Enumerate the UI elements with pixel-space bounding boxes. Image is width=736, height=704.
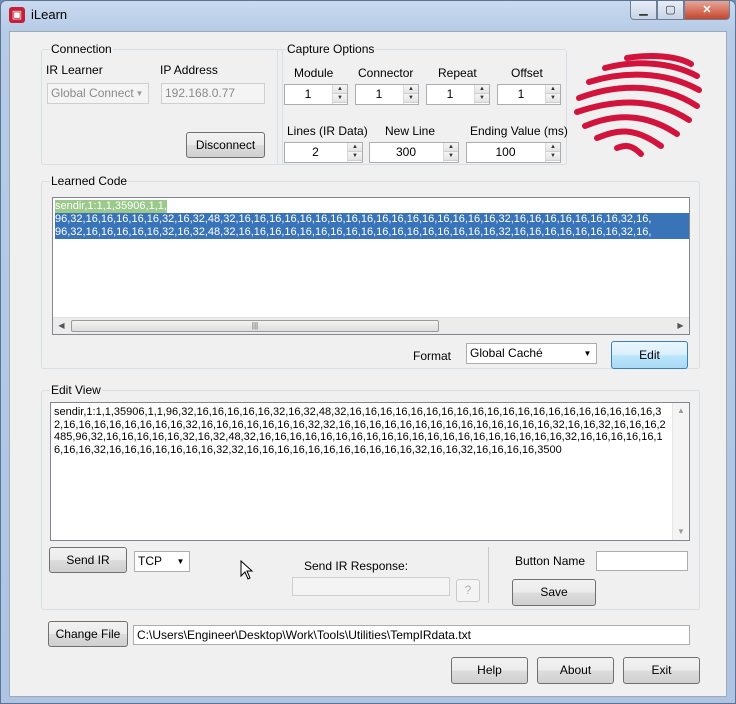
up-arrow-icon[interactable]: ▲ (348, 143, 362, 152)
up-arrow-icon[interactable]: ▲ (444, 143, 458, 152)
ir-learner-label: IR Learner (46, 63, 103, 77)
connection-group: Connection IR Learner IP Address Global … (41, 42, 283, 165)
divider (488, 547, 489, 603)
module-spinner[interactable]: 1 ▲ ▼ (284, 84, 348, 105)
file-path-field[interactable]: C:\Users\Engineer\Desktop\Work\Tools\Uti… (133, 625, 690, 645)
format-label: Format (413, 349, 452, 363)
up-arrow-icon[interactable]: ▲ (333, 85, 347, 94)
maximize-button[interactable]: ▢ (657, 1, 684, 20)
ir-learner-value: Global Connect (51, 86, 134, 100)
protocol-value: TCP (138, 554, 162, 568)
send-ir-button[interactable]: Send IR (49, 547, 127, 573)
ending-value-spinner[interactable]: 100 ▲ ▼ (466, 142, 561, 163)
send-ir-response-field (292, 577, 450, 596)
edit-view-textarea[interactable]: sendir,1:1,1,35906,1,1,96,32,16,16,16,16… (50, 402, 690, 541)
down-arrow-icon[interactable]: ▼ (333, 94, 347, 103)
up-arrow-icon[interactable]: ▲ (404, 85, 418, 94)
scroll-up-icon[interactable]: ▲ (673, 403, 689, 419)
learned-code-line: 96,32,16,16,16,16,16,32,16,32,48,32,16,1… (55, 226, 689, 239)
down-arrow-icon[interactable]: ▼ (348, 152, 362, 161)
offset-label: Offset (511, 66, 543, 80)
disconnect-button[interactable]: Disconnect (186, 132, 265, 158)
save-button[interactable]: Save (512, 579, 596, 606)
minimize-button[interactable]: ▁ (630, 1, 657, 20)
ending-value-value: 100 (495, 145, 516, 159)
up-arrow-icon[interactable]: ▲ (546, 85, 560, 94)
capture-options-group: Capture Options Module Connector Repeat … (277, 42, 568, 165)
connector-spinner[interactable]: 1 ▲ ▼ (355, 84, 419, 105)
help-button[interactable]: Help (451, 657, 528, 684)
connection-group-label: Connection (50, 42, 113, 56)
chevron-down-icon: ▼ (583, 349, 592, 358)
connector-label: Connector (358, 66, 414, 80)
repeat-value: 1 (446, 87, 454, 101)
learned-code-group-label: Learned Code (50, 174, 129, 188)
up-arrow-icon[interactable]: ▲ (475, 85, 489, 94)
lines-spinner[interactable]: 2 ▲ ▼ (284, 142, 363, 163)
ir-learner-select[interactable]: Global Connect ▼ (47, 83, 149, 104)
format-select[interactable]: Global Caché ▼ (466, 343, 597, 364)
client-area: Connection IR Learner IP Address Global … (9, 31, 727, 697)
chevron-down-icon: ▼ (176, 557, 185, 566)
new-line-label: New Line (385, 124, 436, 138)
exit-button[interactable]: Exit (623, 657, 700, 684)
about-button[interactable]: About (537, 657, 614, 684)
learned-code-box[interactable]: sendir,1:1,1,35906,1,1, 96,32,16,16,16,1… (52, 197, 690, 335)
edit-view-group: Edit View sendir,1:1,1,35906,1,1,96,32,1… (41, 383, 700, 610)
send-ir-response-label: Send IR Response: (304, 559, 409, 573)
app-window: ▣ iLearn ▁ ▢ ✕ Connection IR Learner IP … (0, 0, 736, 704)
lines-label: Lines (IR Data) (287, 124, 368, 138)
button-name-label: Button Name (515, 554, 586, 568)
vertical-scrollbar[interactable]: ▲ ▼ (672, 403, 689, 540)
repeat-label: Repeat (438, 66, 477, 80)
app-icon: ▣ (9, 7, 25, 23)
button-name-field[interactable] (596, 551, 688, 571)
capture-options-group-label: Capture Options (286, 42, 376, 56)
scroll-right-icon[interactable]: ▶ (672, 318, 689, 334)
down-arrow-icon[interactable]: ▼ (546, 94, 560, 103)
ip-address-label: IP Address (160, 63, 218, 77)
brand-logo (574, 53, 702, 157)
new-line-spinner[interactable]: 300 ▲ ▼ (369, 142, 459, 163)
edit-view-text: sendir,1:1,1,35906,1,1,96,32,16,16,16,16… (54, 406, 666, 456)
module-value: 1 (304, 87, 312, 101)
scroll-thumb[interactable]: ||| (71, 320, 439, 332)
down-arrow-icon[interactable]: ▼ (404, 94, 418, 103)
learned-code-line: sendir,1:1,1,35906,1,1, (55, 200, 167, 213)
close-button[interactable]: ✕ (684, 1, 730, 20)
response-help-button[interactable]: ? (456, 579, 480, 602)
module-label: Module (294, 66, 334, 80)
repeat-spinner[interactable]: 1 ▲ ▼ (426, 84, 490, 105)
scroll-down-icon[interactable]: ▼ (673, 524, 689, 540)
mouse-cursor-icon (240, 560, 254, 580)
ending-value-label: Ending Value (ms) (470, 124, 568, 138)
learned-code-group: Learned Code sendir,1:1,1,35906,1,1, 96,… (41, 174, 700, 369)
offset-value: 1 (517, 87, 525, 101)
learned-code-line: 96,32,16,16,16,16,16,32,16,32,48,32,16,1… (55, 213, 689, 226)
window-title: iLearn (31, 7, 68, 22)
horizontal-scrollbar[interactable]: ◀ ||| ▶ (53, 317, 689, 334)
up-arrow-icon[interactable]: ▲ (546, 143, 560, 152)
title-bar[interactable]: ▣ iLearn ▁ ▢ ✕ (1, 1, 735, 29)
format-value: Global Caché (470, 346, 543, 360)
ip-address-field[interactable]: 192.168.0.77 (161, 83, 265, 104)
chevron-down-icon: ▼ (135, 89, 144, 98)
edit-button[interactable]: Edit (611, 341, 688, 369)
down-arrow-icon[interactable]: ▼ (475, 94, 489, 103)
change-file-button[interactable]: Change File (48, 621, 128, 647)
scroll-left-icon[interactable]: ◀ (53, 318, 70, 334)
edit-view-group-label: Edit View (50, 383, 102, 397)
down-arrow-icon[interactable]: ▼ (444, 152, 458, 161)
down-arrow-icon[interactable]: ▼ (546, 152, 560, 161)
lines-value: 2 (312, 145, 319, 159)
offset-spinner[interactable]: 1 ▲ ▼ (497, 84, 561, 105)
new-line-value: 300 (395, 145, 417, 159)
connector-value: 1 (375, 87, 383, 101)
protocol-select[interactable]: TCP ▼ (134, 551, 190, 572)
